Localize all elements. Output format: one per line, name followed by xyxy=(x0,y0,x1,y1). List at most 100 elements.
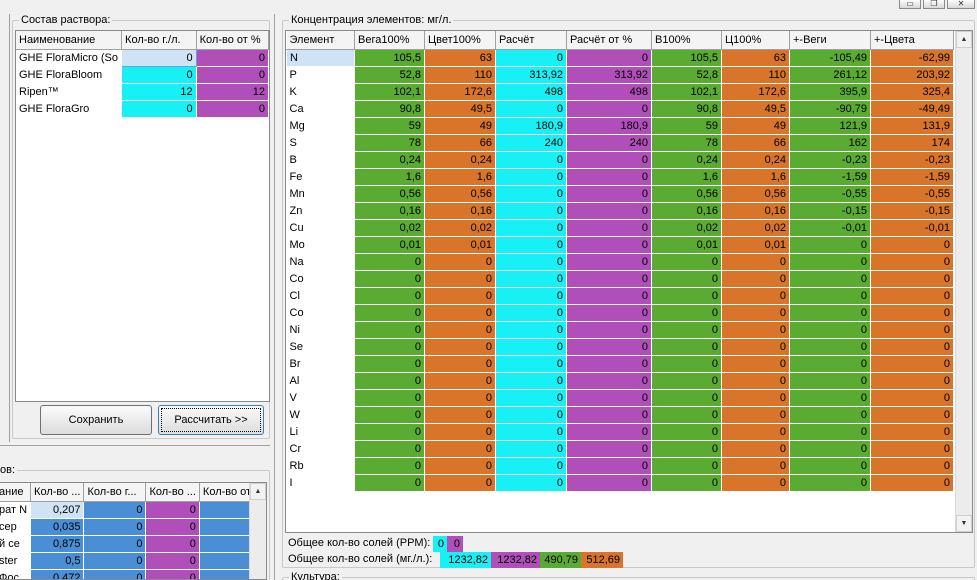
concentration-value-cell[interactable]: 0 xyxy=(651,355,722,373)
concentration-value-cell[interactable]: 0 xyxy=(651,457,722,475)
concentration-value-cell[interactable]: 0 xyxy=(721,406,790,424)
concentration-value-cell[interactable]: 0 xyxy=(789,236,871,254)
concentration-value-cell[interactable]: 180,9 xyxy=(495,117,567,135)
element-name-cell[interactable]: I xyxy=(286,474,355,492)
concentration-value-cell[interactable]: 0 xyxy=(566,389,652,407)
concentration-value-cell[interactable]: 0,24 xyxy=(721,151,790,169)
concentration-value-cell[interactable]: 203,92 xyxy=(870,66,954,84)
concentration-value-cell[interactable]: 0 xyxy=(721,440,790,458)
concentration-value-cell[interactable]: 240 xyxy=(495,134,567,152)
concentration-col-header[interactable]: +-Веги xyxy=(789,31,871,50)
components-scrollbar[interactable]: ▲ xyxy=(249,483,266,579)
concentration-value-cell[interactable]: 0 xyxy=(789,355,871,373)
components-col-b[interactable]: Кол-во г... xyxy=(83,483,147,502)
concentration-value-cell[interactable]: -0,23 xyxy=(789,151,871,169)
components-cell-name[interactable]: й се xyxy=(0,535,32,553)
concentration-value-cell[interactable]: 0 xyxy=(566,270,652,288)
components-row[interactable]: ster0,5000 xyxy=(0,552,264,570)
concentration-row[interactable]: Rb 0 0 0 0 0 0 0 0 xyxy=(286,457,954,475)
concentration-value-cell[interactable]: 0 xyxy=(354,355,425,373)
concentration-row[interactable]: Co 0 0 0 0 0 0 0 0 xyxy=(286,304,954,322)
solution-cell-g[interactable]: 12 xyxy=(121,83,197,101)
element-name-cell[interactable]: Al xyxy=(286,372,355,390)
concentration-value-cell[interactable]: 0 xyxy=(495,287,567,305)
components-cell-name[interactable]: ster xyxy=(0,552,32,570)
concentration-value-cell[interactable]: 0 xyxy=(424,304,496,322)
concentration-value-cell[interactable]: 0 xyxy=(870,372,954,390)
components-cell-b[interactable]: 0 xyxy=(83,518,147,536)
concentration-value-cell[interactable]: 66 xyxy=(721,134,790,152)
concentration-value-cell[interactable]: 325,4 xyxy=(870,83,954,101)
solution-col-name[interactable]: Наименование xyxy=(16,31,123,50)
concentration-row[interactable]: W00000000 xyxy=(286,406,954,424)
concentration-value-cell[interactable]: 0 xyxy=(354,440,425,458)
concentration-value-cell[interactable]: 0 xyxy=(870,440,954,458)
concentration-value-cell[interactable]: 0 xyxy=(566,287,652,305)
element-name-cell[interactable]: Mo xyxy=(286,236,355,254)
concentration-value-cell[interactable]: 0 xyxy=(424,338,496,356)
concentration-scroll-up[interactable]: ▲ xyxy=(956,31,972,48)
element-name-cell[interactable]: Fe xyxy=(286,168,355,186)
concentration-col-header[interactable]: Элемент xyxy=(286,31,355,50)
concentration-value-cell[interactable]: 0 xyxy=(870,355,954,373)
concentration-row[interactable]: Mo 0,01 0,01 0 0 0,01 0,01 0 0 xyxy=(286,236,954,254)
concentration-value-cell[interactable]: 0,16 xyxy=(721,202,790,220)
concentration-value-cell[interactable]: 0 xyxy=(651,440,722,458)
solution-cell-g[interactable]: 0 xyxy=(121,48,197,67)
concentration-col-header[interactable]: Цвет100% xyxy=(424,31,496,50)
concentration-value-cell[interactable]: -0,55 xyxy=(789,185,871,203)
concentration-value-cell[interactable]: 162 xyxy=(789,134,871,152)
concentration-value-cell[interactable]: 0 xyxy=(721,372,790,390)
concentration-value-cell[interactable]: 0 xyxy=(424,287,496,305)
concentration-value-cell[interactable]: 0 xyxy=(870,389,954,407)
element-name-cell[interactable]: Zn xyxy=(286,202,355,220)
restore-button[interactable]: ❐ xyxy=(923,0,945,9)
concentration-value-cell[interactable]: 90,8 xyxy=(651,100,722,118)
concentration-value-cell[interactable]: 0 xyxy=(789,440,871,458)
concentration-value-cell[interactable]: 0 xyxy=(495,389,567,407)
concentration-value-cell[interactable]: 0 xyxy=(354,372,425,390)
concentration-value-cell[interactable]: 0 xyxy=(870,287,954,305)
concentration-value-cell[interactable]: 0 xyxy=(721,253,790,271)
element-name-cell[interactable]: Co xyxy=(286,304,355,322)
concentration-value-cell[interactable]: 1,6 xyxy=(721,168,790,186)
components-cell-name[interactable]: Фос xyxy=(0,569,32,579)
concentration-value-cell[interactable]: 0 xyxy=(721,423,790,441)
concentration-value-cell[interactable]: 0 xyxy=(789,287,871,305)
concentration-value-cell[interactable]: 0 xyxy=(789,474,871,492)
concentration-value-cell[interactable]: 0 xyxy=(354,406,425,424)
concentration-value-cell[interactable]: 0 xyxy=(721,270,790,288)
concentration-row[interactable]: S 78 66 240 240 78 66 162 174 xyxy=(286,134,954,152)
concentration-value-cell[interactable]: 0 xyxy=(424,474,496,492)
solution-cell-name[interactable]: GHE FloraMicro (So xyxy=(16,49,123,67)
concentration-value-cell[interactable]: 110 xyxy=(721,66,790,84)
concentration-row[interactable]: Ni 0 0 0 0 0 0 0 0 xyxy=(286,321,954,339)
concentration-row[interactable]: Br 0 0 0 0 0 0 0 0 xyxy=(286,355,954,373)
concentration-value-cell[interactable]: 1,6 xyxy=(651,168,722,186)
concentration-value-cell[interactable]: 0 xyxy=(870,457,954,475)
concentration-value-cell[interactable]: 0 xyxy=(566,100,652,118)
concentration-value-cell[interactable]: -1,59 xyxy=(789,168,871,186)
concentration-value-cell[interactable]: 0 xyxy=(424,440,496,458)
components-cell-a[interactable]: 0,035 xyxy=(30,518,85,536)
concentration-value-cell[interactable]: 0 xyxy=(566,219,652,237)
concentration-value-cell[interactable]: 0 xyxy=(789,338,871,356)
concentration-value-cell[interactable]: 0 xyxy=(424,321,496,339)
mid-splitter[interactable] xyxy=(274,14,275,580)
concentration-value-cell[interactable]: 49,5 xyxy=(721,100,790,118)
concentration-value-cell[interactable]: 0,56 xyxy=(721,185,790,203)
concentration-value-cell[interactable]: 0 xyxy=(354,304,425,322)
concentration-value-cell[interactable]: 105,5 xyxy=(354,49,425,67)
concentration-value-cell[interactable]: 0 xyxy=(495,270,567,288)
concentration-value-cell[interactable]: 0 xyxy=(566,168,652,186)
concentration-value-cell[interactable]: 0 xyxy=(566,457,652,475)
concentration-col-header[interactable]: Ц100% xyxy=(721,31,790,50)
concentration-value-cell[interactable]: 395,9 xyxy=(789,83,871,101)
components-cell-name[interactable]: рат N xyxy=(0,501,32,519)
concentration-value-cell[interactable]: 0 xyxy=(870,253,954,271)
concentration-value-cell[interactable]: 0 xyxy=(354,270,425,288)
concentration-value-cell[interactable]: 0 xyxy=(789,304,871,322)
concentration-value-cell[interactable]: 105,5 xyxy=(651,49,722,67)
concentration-value-cell[interactable]: 0 xyxy=(566,304,652,322)
components-cell-name[interactable]: сер xyxy=(0,518,32,536)
